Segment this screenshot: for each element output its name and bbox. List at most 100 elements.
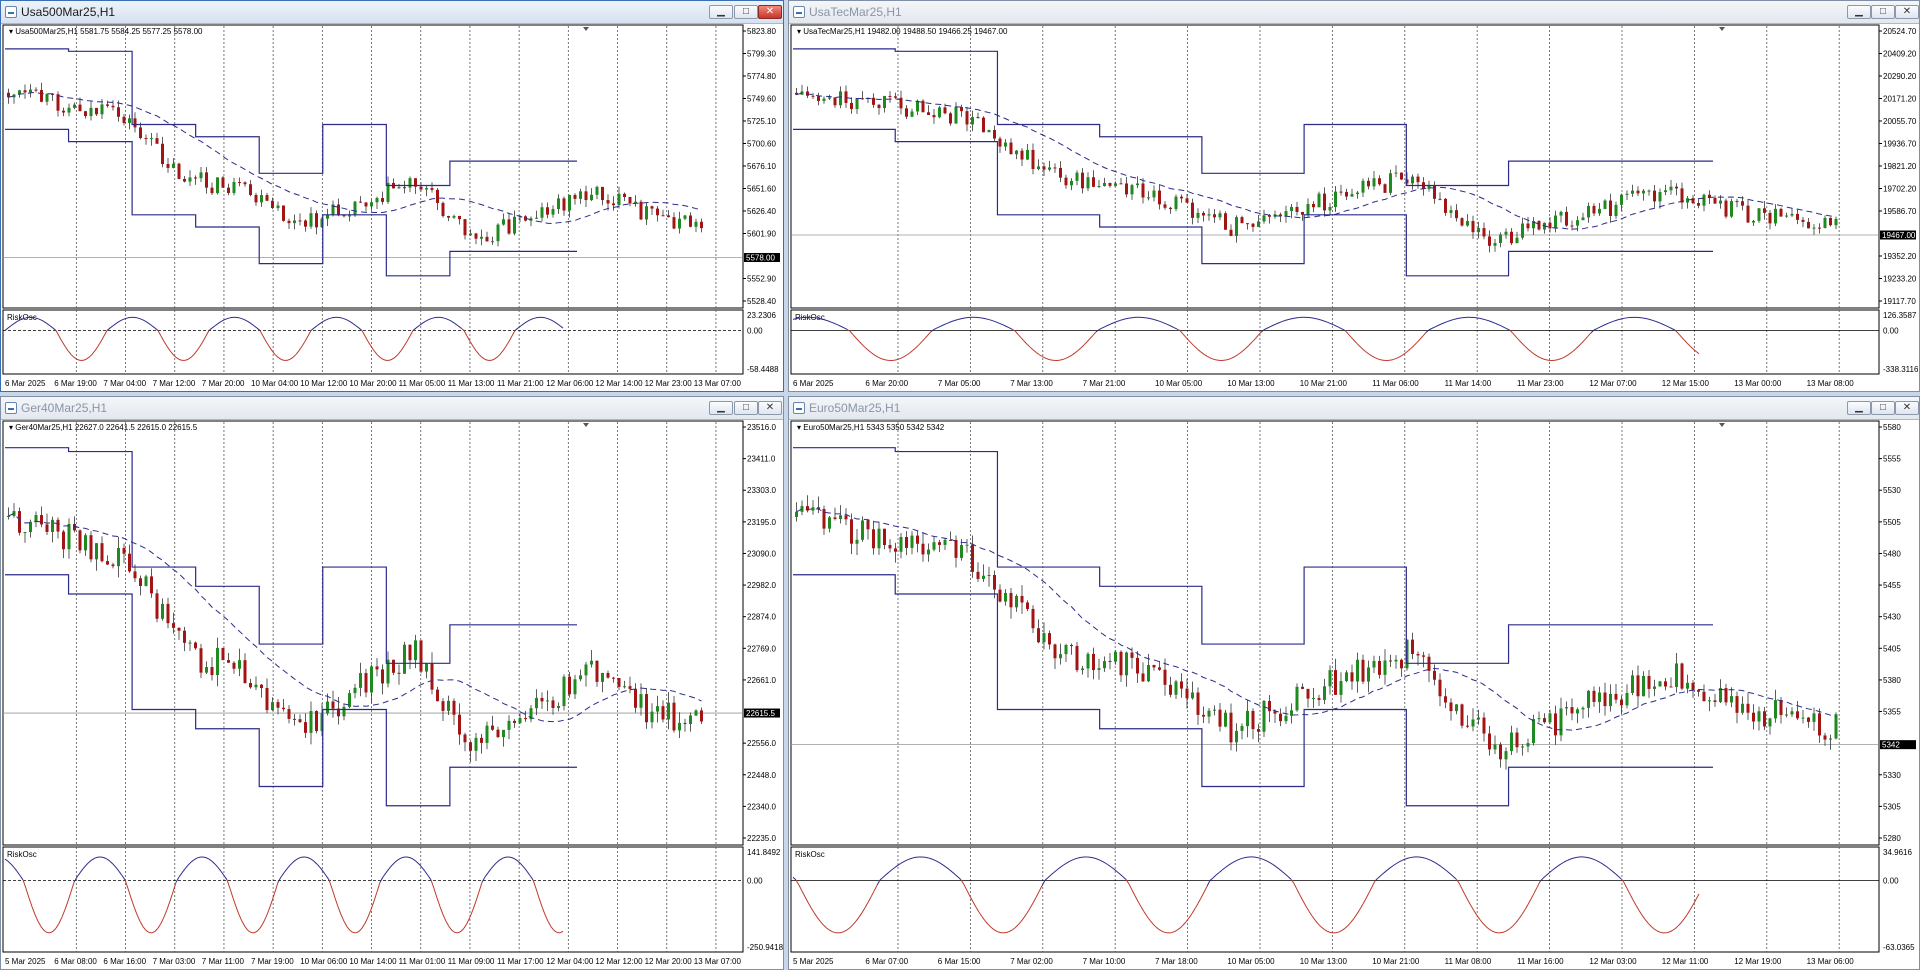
candle-body [1367, 667, 1370, 682]
candle-body [502, 219, 505, 225]
chart-window-icon [5, 6, 17, 18]
time-axis-label: 5 Mar 2025 [793, 957, 834, 966]
minimize-button[interactable]: ▁ [1847, 5, 1871, 19]
time-axis-label: 6 Mar 15:00 [938, 957, 981, 966]
candle-body [1081, 172, 1084, 189]
candle-body [833, 517, 837, 519]
minimize-button[interactable]: ▁ [1847, 401, 1871, 415]
candle-body [1372, 178, 1376, 187]
candle-body [850, 519, 853, 544]
maximize-button[interactable]: □ [734, 5, 758, 19]
close-button[interactable]: ✕ [758, 401, 782, 415]
title-bar[interactable]: Usa500Mar25,H1 ▁ □ ✕ [1, 1, 783, 24]
candle-body [1636, 675, 1640, 697]
time-axis-label: 11 Mar 01:00 [399, 957, 446, 966]
chart-window-euro50[interactable]: Euro50Mar25,H1 ▁ □ ✕ 5 Mar 2025 6 Mar 07:… [788, 396, 1920, 970]
candle-body [1174, 196, 1178, 210]
maximize-button[interactable]: □ [734, 401, 758, 415]
oscillator-segment [912, 856, 917, 859]
candle-body [1136, 183, 1139, 186]
time-axis-label: 7 Mar 12:00 [153, 379, 196, 388]
chart-area[interactable]: 5 Mar 2025 6 Mar 08:00 6 Mar 16:00 7 Mar 03… [1, 420, 783, 968]
oscillator-frame [790, 309, 1880, 375]
price-axis-label: 5280 [1883, 834, 1901, 843]
maximize-button[interactable]: □ [1871, 5, 1895, 19]
price-axis-label: 20171.20 [1883, 95, 1917, 104]
candle-body [1730, 201, 1733, 217]
candle-body [1515, 237, 1519, 244]
candle-body [828, 97, 831, 99]
candle-body [694, 221, 698, 227]
candle-body [1185, 688, 1189, 699]
time-axis-label: 12 Mar 11:00 [1662, 957, 1709, 966]
candle-body [430, 663, 434, 690]
candle-body [78, 104, 82, 112]
price-axis-label: 5330 [1883, 771, 1901, 780]
time-axis-label: 10 Mar 21:00 [1300, 379, 1348, 388]
candle-body [1477, 717, 1480, 720]
candle-body [1741, 703, 1744, 713]
candle-body [1719, 200, 1722, 204]
candle-body [1631, 675, 1634, 693]
candle-body [1020, 595, 1024, 603]
candle-body [584, 664, 588, 676]
candle-body [562, 198, 566, 211]
chart-window-usa500[interactable]: Usa500Mar25,H1 ▁ □ ✕ 6 Mar 2025 6 Mar 19:… [0, 0, 784, 392]
candle-body [573, 194, 577, 199]
candle-body [139, 578, 142, 586]
candle-body [1790, 711, 1794, 715]
chart-area[interactable]: 6 Mar 2025 6 Mar 20:00 7 Mar 05:00 7 Mar 13… [789, 24, 1919, 390]
candle-body [971, 544, 974, 572]
candle-body [62, 110, 65, 113]
chart-window-ger40[interactable]: Ger40Mar25,H1 ▁ □ ✕ 5 Mar 2025 6 Mar 08:0… [0, 396, 784, 970]
candle-body [1125, 652, 1128, 676]
candle-body [419, 640, 423, 672]
window-title: Ger40Mar25,H1 [21, 401, 108, 415]
time-axis-label: 6 Mar 20:00 [865, 379, 908, 388]
chart-area[interactable]: 5 Mar 2025 6 Mar 07:00 6 Mar 15:00 7 Mar 02… [789, 420, 1919, 968]
title-bar[interactable]: UsaTecMar25,H1 ▁ □ ✕ [789, 1, 1919, 24]
time-axis-label: 10 Mar 12:00 [300, 379, 348, 388]
oscillator-segment [1665, 931, 1670, 934]
candle-body [221, 647, 225, 661]
minimize-button[interactable]: ▁ [709, 401, 733, 415]
time-axis-label: 12 Mar 12:00 [595, 957, 643, 966]
title-bar[interactable]: Euro50Mar25,H1 ▁ □ ✕ [789, 397, 1919, 420]
oscillator-axis-label: 126.3587 [1883, 311, 1917, 320]
close-button[interactable]: ✕ [758, 5, 782, 19]
candle-body [1801, 219, 1805, 222]
candle-body [1059, 654, 1062, 659]
candle-body [210, 187, 214, 194]
maximize-button[interactable]: □ [1871, 401, 1895, 415]
candle-body [1048, 633, 1051, 645]
candle-body [623, 193, 626, 198]
candle-body [1158, 667, 1161, 670]
candle-body [683, 722, 687, 724]
close-button[interactable]: ✕ [1895, 5, 1919, 19]
candle-body [568, 676, 571, 695]
candle-body [287, 709, 291, 719]
candle-body [1147, 197, 1150, 199]
candle-body [1598, 208, 1601, 214]
minimize-button[interactable]: ▁ [709, 5, 733, 19]
candle-body [1702, 194, 1706, 206]
candle-body [894, 96, 897, 98]
candle-body [1642, 675, 1645, 697]
candle-body [67, 523, 71, 550]
chart-window-usatec[interactable]: UsaTecMar25,H1 ▁ □ ✕ 6 Mar 2025 6 Mar 20:… [788, 0, 1920, 392]
chart-window-icon [5, 402, 17, 414]
candle-body [51, 519, 54, 532]
candle-body [1812, 227, 1816, 229]
candle-body [1554, 713, 1557, 736]
chart-area[interactable]: 6 Mar 2025 6 Mar 19:00 7 Mar 04:00 7 Mar 12… [1, 24, 783, 390]
candle-body [1576, 709, 1579, 714]
candle-body [1141, 673, 1145, 682]
candle-body [1614, 204, 1618, 217]
close-button[interactable]: ✕ [1895, 401, 1919, 415]
candle-body [1196, 212, 1200, 218]
candle-body [1070, 645, 1073, 647]
title-bar[interactable]: Ger40Mar25,H1 ▁ □ ✕ [1, 397, 783, 420]
oscillator-segment [1476, 317, 1481, 319]
time-axis-label: 11 Mar 09:00 [448, 957, 495, 966]
candle-body [1262, 215, 1266, 222]
